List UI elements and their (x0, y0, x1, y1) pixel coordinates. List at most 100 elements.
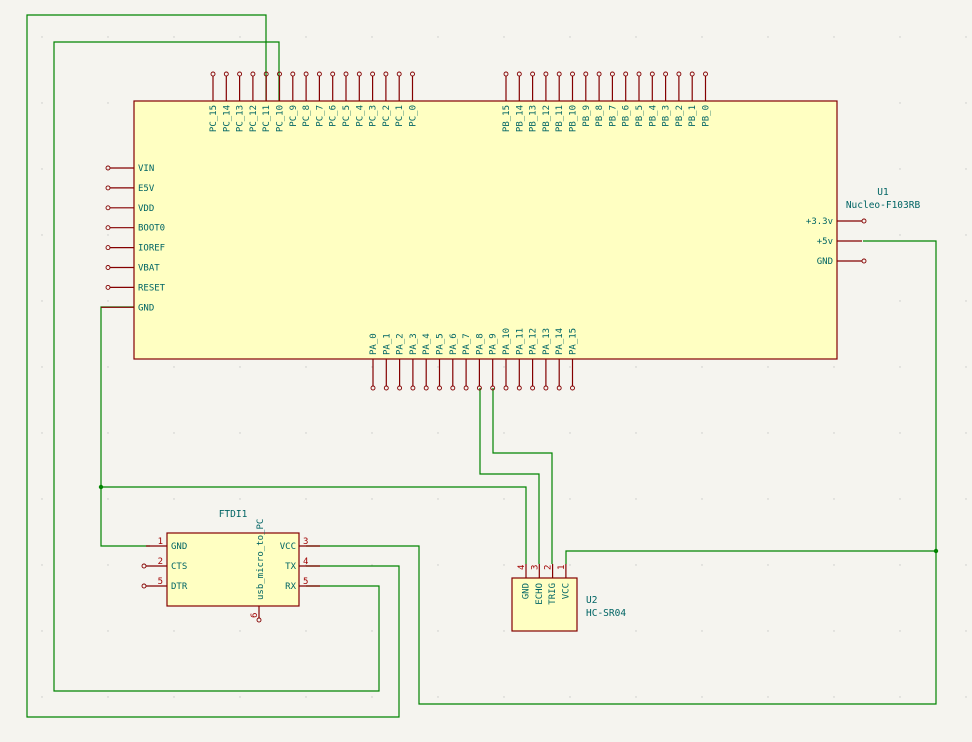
pin-end (105, 205, 111, 211)
grid-dot (41, 36, 43, 38)
pin-vbat[interactable]: VBAT (105, 264, 160, 274)
grid-dot (107, 696, 109, 698)
grid-dot (899, 36, 901, 38)
wire-pa9-to-trig[interactable] (492, 388, 553, 564)
pin-label-5v: +5v (817, 237, 833, 247)
pin-pb-3[interactable]: PB_3 (662, 71, 672, 127)
grid-dot (305, 366, 307, 368)
pin-label-pb-0: PB_0 (702, 105, 712, 127)
pin-label-gnd: GND (522, 583, 532, 599)
pin-end (423, 385, 429, 391)
pin-end (570, 71, 575, 77)
pin-end (556, 71, 562, 77)
pin-number: 6 (250, 613, 260, 618)
pin-pc-4[interactable]: PC_4 (355, 71, 365, 127)
pin-pa-4[interactable]: PA_4 (422, 333, 432, 391)
pin-label-pa-11: PA_11 (515, 328, 525, 355)
wire-pa8-to-echo[interactable] (479, 388, 540, 564)
pin-end (516, 385, 522, 391)
grid-dot (107, 432, 109, 434)
grid-dot (569, 432, 571, 434)
pin-pb-4[interactable]: PB_4 (648, 71, 658, 127)
pin-pa-2[interactable]: PA_2 (396, 333, 406, 391)
pin-pb-6[interactable]: PB_6 (622, 71, 632, 127)
pin-number: 3 (530, 565, 540, 570)
pin-pb-1[interactable]: PB_1 (688, 71, 698, 127)
u1-body[interactable] (133, 100, 838, 360)
pin-pc-7[interactable]: PC_7 (315, 71, 325, 127)
grid-dot (107, 366, 109, 368)
pin-label-pc-13: PC_13 (236, 105, 246, 132)
grid-dot (371, 36, 373, 38)
pin-label-pc-6: PC_6 (329, 105, 339, 127)
pin-number: 5 (303, 577, 308, 587)
pin-label-boot0: BOOT0 (138, 224, 165, 234)
grid-dot (41, 234, 43, 236)
pin-label-pc-14: PC_14 (222, 105, 232, 132)
pin-pc-5[interactable]: PC_5 (342, 71, 352, 127)
pin-pb-5[interactable]: PB_5 (635, 71, 645, 127)
ftdi-pin-6[interactable]: 6 (250, 606, 262, 623)
pin-gnd[interactable]: GND (101, 303, 154, 313)
pin-pa-0[interactable]: PA_0 (369, 333, 379, 391)
u2-hcsr04-symbol[interactable]: 4 GND 3 ECHO 2 TRIG 1 VCC U2 HC-SR04 (511, 564, 626, 632)
grid-dot (107, 630, 109, 632)
grid-dot (965, 564, 967, 566)
pin-end (543, 385, 549, 391)
grid-dot (41, 432, 43, 434)
pin-5v[interactable]: +5v (817, 237, 862, 247)
pin-pc-2[interactable]: PC_2 (382, 71, 392, 127)
pin-end (676, 71, 682, 77)
pin-pa-7[interactable]: PA_7 (462, 333, 472, 391)
pin-label-gnd: GND (171, 542, 187, 552)
grid-dot (899, 366, 901, 368)
pin-vdd[interactable]: VDD (105, 204, 154, 214)
pin-label-pa-13: PA_13 (542, 328, 552, 355)
grid-dot (305, 498, 307, 500)
pin-label-vcc: VCC (561, 583, 571, 599)
grid-dot (701, 36, 703, 38)
pin-pa-8[interactable]: PA_8 (475, 333, 485, 391)
pin-pc-8[interactable]: PC_8 (302, 71, 312, 127)
pin-pa-5[interactable]: PA_5 (436, 333, 446, 391)
u1-nucleo-symbol[interactable]: PC_15 PC_14 PC_13 PC_12 PC_11 PC_10 PC_9 PC_8 PC… (101, 71, 920, 391)
grid-dot (899, 300, 901, 302)
pin-label-echo: ECHO (535, 583, 545, 605)
pin-pa-6[interactable]: PA_6 (449, 333, 459, 391)
pin-label-cts: CTS (171, 562, 187, 572)
pin-end (397, 385, 403, 391)
pin-pb-0[interactable]: PB_0 (702, 71, 712, 127)
pin-e5v[interactable]: E5V (105, 184, 155, 194)
pin-pb-8[interactable]: PB_8 (595, 71, 605, 127)
pin-label-vdd: VDD (138, 204, 154, 214)
pin-pc-0[interactable]: PC_0 (409, 71, 419, 127)
pin-label-pb-5: PB_5 (635, 105, 645, 127)
ftdi-symbol[interactable]: 1 GND 2 CTS 5 DTR 3 VCC 4 TX 5 RX 6 FTDI1 usb_micro_… (141, 509, 320, 623)
pin-label-pb-2: PB_2 (675, 105, 685, 127)
pin-label-pc-3: PC_3 (369, 105, 379, 127)
pin-pc-9[interactable]: PC_9 (289, 71, 299, 127)
wire-ftdi-vcc[interactable] (306, 545, 937, 705)
pin-end (356, 71, 362, 77)
pin-pb-9[interactable]: PB_9 (582, 71, 592, 127)
grid-dot (701, 564, 703, 566)
grid-dot (239, 630, 241, 632)
pin-pa-1[interactable]: PA_1 (382, 333, 392, 391)
grid-dot (635, 630, 637, 632)
pin-pb-7[interactable]: PB_7 (608, 71, 618, 127)
pin-pc-6[interactable]: PC_6 (329, 71, 339, 127)
pin-pb-2[interactable]: PB_2 (675, 71, 685, 127)
grid-dot (173, 498, 175, 500)
pin-pc-1[interactable]: PC_1 (395, 71, 405, 127)
pin-label-pb-13: PB_13 (529, 105, 539, 132)
pin-label-pc-11: PC_11 (262, 105, 272, 132)
pin-pa-3[interactable]: PA_3 (409, 333, 419, 391)
pin-end (450, 385, 456, 391)
pin-vin[interactable]: VIN (105, 164, 154, 174)
pin-end (463, 385, 469, 391)
wire-gnd-to-hcsr04[interactable] (101, 486, 527, 564)
pin-pc-3[interactable]: PC_3 (369, 71, 379, 127)
pin-gnd[interactable]: GND (817, 257, 867, 267)
pin-pa-9[interactable]: PA_9 (489, 333, 499, 391)
pin-end (437, 385, 442, 391)
